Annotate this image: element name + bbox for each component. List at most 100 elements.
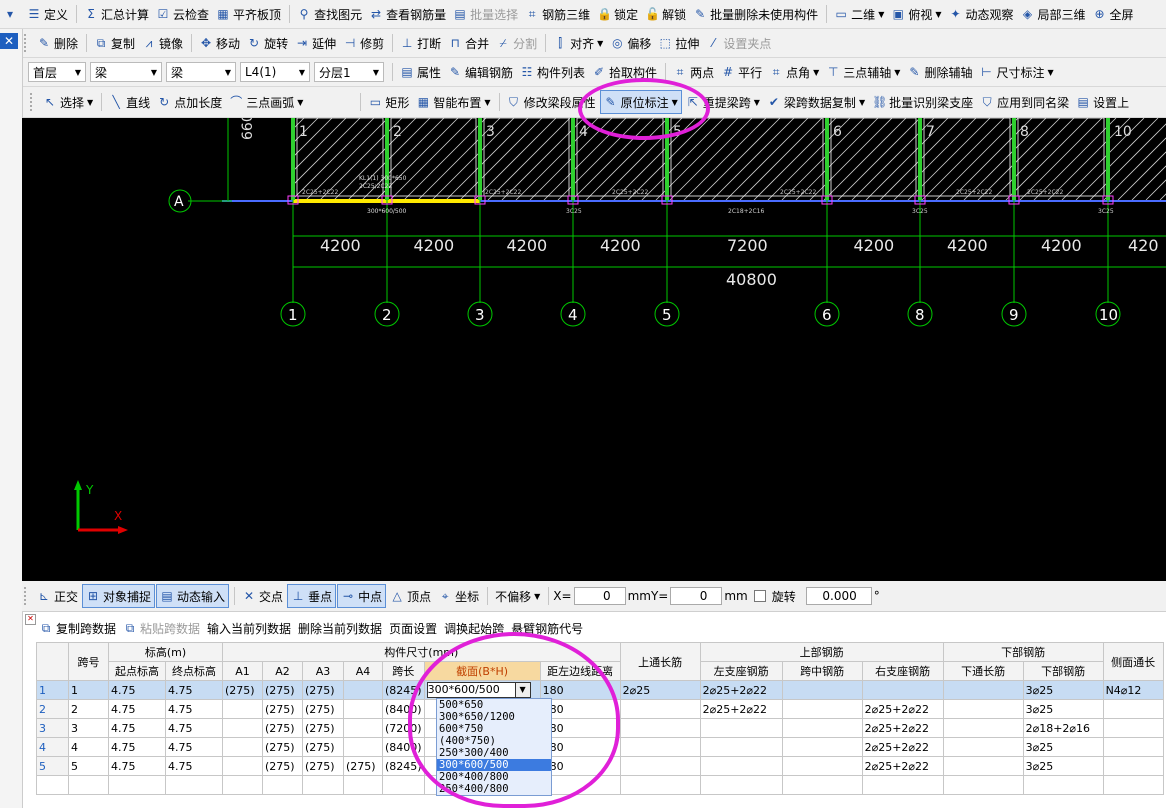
cell-a2[interactable]: (275) <box>262 718 303 738</box>
tool-button[interactable]: ⌗ 两点 <box>670 61 717 83</box>
cell-start[interactable]: 4.75 <box>108 756 166 776</box>
tool-button[interactable]: ☰ 定义 <box>24 3 71 25</box>
cell-a3[interactable]: (275) <box>302 756 344 776</box>
tool-button[interactable]: ⌗ 钢筋三维 <box>522 3 593 25</box>
cell-end[interactable]: 4.75 <box>165 718 223 738</box>
table-tool-button[interactable]: ⧉ 复制跨数据 <box>36 617 119 639</box>
snap-toggle[interactable]: △ 顶点 <box>387 585 434 607</box>
cell-botbar[interactable]: 3⌀25 <box>1022 756 1104 776</box>
row-number[interactable]: 1 <box>36 680 69 700</box>
cell-left[interactable]: 2⌀25+2⌀22 <box>699 680 783 700</box>
cell-end[interactable]: 4.75 <box>165 699 223 719</box>
tool-button[interactable]: ↻ 点加长度 <box>154 91 225 113</box>
cell-a2[interactable]: (275) <box>262 699 303 719</box>
type-select[interactable]: 梁 ▼ <box>90 62 162 82</box>
toolbar-grip[interactable] <box>24 587 30 605</box>
cell-start[interactable]: 4.75 <box>108 699 166 719</box>
row-number[interactable]: 2 <box>36 699 69 719</box>
snap-toggle[interactable]: ⊞ 对象捕捉 <box>82 584 156 608</box>
cell-a4[interactable]: (275) <box>343 756 383 776</box>
tool-button[interactable]: ⊤ 三点辅轴 ▼ <box>823 61 903 83</box>
tool-button[interactable]: ▦ 平齐板顶 <box>213 3 284 25</box>
layer-select[interactable]: 分层1 ▼ <box>314 62 384 82</box>
cell-a1[interactable] <box>222 718 263 738</box>
cell-mid[interactable] <box>781 699 863 719</box>
cell-botlong[interactable] <box>942 737 1024 757</box>
tool-button[interactable]: # 平行 <box>718 61 765 83</box>
close-icon[interactable]: ✕ <box>0 33 18 49</box>
tool-button[interactable]: ⬚ 拉伸 <box>655 32 702 54</box>
cell-botlong[interactable] <box>942 718 1024 738</box>
cell-mid[interactable] <box>781 737 863 757</box>
panel-close-icon[interactable]: ✕ <box>25 614 36 625</box>
tool-button[interactable]: ⊕ 全屏 <box>1090 3 1137 25</box>
cell-mid[interactable] <box>781 680 863 700</box>
tool-button[interactable]: ↖ 选择 ▼ <box>40 91 96 113</box>
tool-button[interactable]: ⊥ 打断 <box>397 32 444 54</box>
tool-button[interactable]: ⊣ 修剪 <box>340 32 387 54</box>
table-tool-button[interactable]: ⧉ 粘贴跨数据 <box>120 617 203 639</box>
cell-a3[interactable]: (275) <box>302 737 344 757</box>
cell-a4[interactable] <box>343 680 383 700</box>
rotate-checkbox[interactable] <box>753 590 766 602</box>
rotate-input[interactable]: 0.000 <box>805 587 872 605</box>
cell-toplong[interactable]: 2⌀25 <box>619 680 701 700</box>
cell-a4[interactable] <box>343 699 383 719</box>
cell-botlong[interactable] <box>942 699 1024 719</box>
floor-select[interactable]: 首层 ▼ <box>28 62 86 82</box>
tool-button[interactable]: ⌒ 三点画弧 ▼ <box>226 91 306 113</box>
cad-drawing[interactable]: A660 1 2 3 4 5 6 7 8 104200 4200 4200 4200 7200 4200 42… <box>22 118 1166 581</box>
cell-toplong[interactable] <box>619 737 701 757</box>
cell-span[interactable]: 2 <box>68 699 109 719</box>
cell-botbar[interactable]: 3⌀25 <box>1022 699 1104 719</box>
tool-button[interactable]: ⧉ 复制 <box>91 32 138 54</box>
tool-button[interactable]: ◎ 偏移 <box>607 32 654 54</box>
tool-button[interactable]: ⊓ 合并 <box>445 32 492 54</box>
tool-button[interactable]: ✥ 移动 <box>196 32 243 54</box>
cell-start[interactable]: 4.75 <box>108 718 166 738</box>
tool-button[interactable]: ▭ 二维 ▼ <box>831 3 887 25</box>
cell-end[interactable]: 4.75 <box>165 680 223 700</box>
cell-botbar[interactable]: 2⌀18+2⌀16 <box>1022 718 1104 738</box>
cell-a2[interactable]: (275) <box>262 680 303 700</box>
tool-button[interactable]: ⛓ 批量识别梁支座 <box>869 91 976 113</box>
cell-a3[interactable]: (275) <box>302 718 344 738</box>
cell-a2[interactable]: (275) <box>262 737 303 757</box>
cell-a3[interactable]: (275) <box>302 680 344 700</box>
cell-a4[interactable] <box>343 737 383 757</box>
tool-button[interactable]: ✎ 编辑钢筋 <box>445 61 516 83</box>
table-tool-button[interactable]: 页面设置 <box>386 617 440 639</box>
snap-toggle[interactable]: ⊥ 垂点 <box>287 584 337 608</box>
tool-button[interactable]: ⌿ 分割 <box>493 32 540 54</box>
tool-button[interactable]: 🔒 锁定 <box>594 3 641 25</box>
cell-left[interactable] <box>699 737 783 757</box>
cell-right[interactable]: 2⌀25+2⌀22 <box>861 737 944 757</box>
offset-select[interactable]: 不偏移 ▼ <box>492 585 543 607</box>
tool-button[interactable]: ✎ 删除 <box>34 32 81 54</box>
tool-button[interactable]: ✎ 删除辅轴 <box>904 61 975 83</box>
tool-button[interactable]: ⇥ 延伸 <box>292 32 339 54</box>
tool-button[interactable]: ☑ 云检查 <box>153 3 212 25</box>
cell-botbar[interactable]: 3⌀25 <box>1022 737 1104 757</box>
tool-button[interactable]: ⁄ 设置夹点 <box>703 32 774 54</box>
cell-a1[interactable] <box>222 756 263 776</box>
tool-button[interactable]: ☷ 构件列表 <box>517 61 588 83</box>
cell-a1[interactable] <box>222 699 263 719</box>
cell-end[interactable]: 4.75 <box>165 737 223 757</box>
snap-toggle[interactable]: ⌖ 坐标 <box>435 585 482 607</box>
toolbar-grip[interactable] <box>24 34 30 52</box>
toolbar-grip[interactable] <box>30 93 36 111</box>
cell-a1[interactable]: (275) <box>222 680 263 700</box>
tool-button[interactable]: ▾ <box>0 3 23 25</box>
cell-a3[interactable]: (275) <box>302 699 344 719</box>
cell-span[interactable]: 5 <box>68 756 109 776</box>
tool-button[interactable]: ✎ 批量删除未使用构件 <box>690 3 821 25</box>
tool-button[interactable]: ▦ 智能布置 ▼ <box>413 91 493 113</box>
y-input[interactable]: 0 <box>670 587 723 605</box>
tool-button[interactable]: ▣ 俯视 ▼ <box>888 3 944 25</box>
tool-button[interactable]: ⩘ 镜像 <box>139 32 186 54</box>
cell-side[interactable] <box>1102 756 1164 776</box>
snap-toggle[interactable]: ⊸ 中点 <box>337 584 387 608</box>
cell-toplong[interactable] <box>619 699 701 719</box>
tool-button[interactable]: ✦ 动态观察 <box>946 3 1017 25</box>
